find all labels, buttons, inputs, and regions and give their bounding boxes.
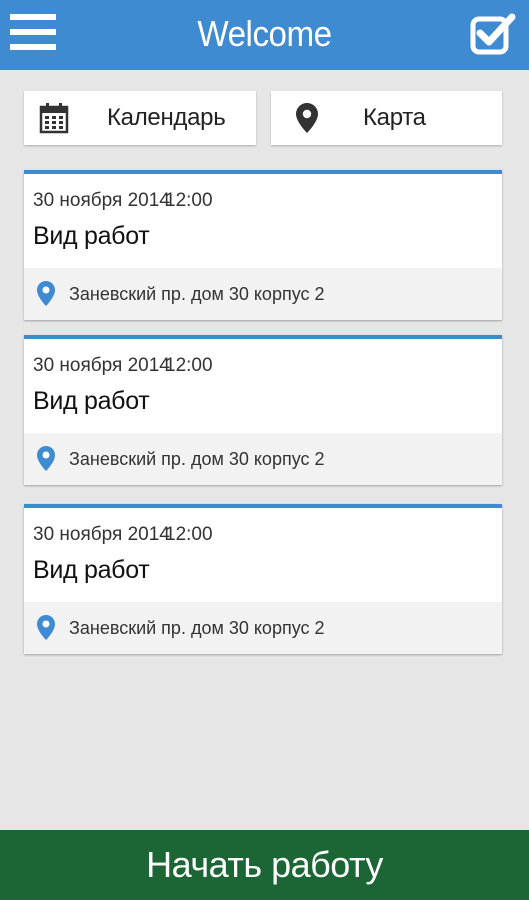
start-work-label: Начать работу	[146, 844, 383, 885]
calendar-icon	[39, 103, 69, 134]
event-address: Заневский пр. дом 30 корпус 2	[69, 618, 325, 638]
location-pin-icon	[37, 446, 55, 471]
calendar-button[interactable]: Календарь	[24, 91, 256, 145]
card-accent-bar	[24, 335, 502, 339]
event-title: Вид работ	[33, 556, 150, 584]
location-pin-icon	[37, 615, 55, 640]
event-address-bar: Заневский пр. дом 30 корпус 2	[24, 433, 502, 485]
start-work-button[interactable]: Начать работу	[0, 830, 529, 900]
card-accent-bar	[24, 170, 502, 174]
event-date: 30 ноября 2014	[33, 355, 170, 376]
page-title: Welcome	[197, 13, 332, 54]
event-address: Заневский пр. дом 30 корпус 2	[69, 284, 325, 304]
event-date: 30 ноября 2014	[33, 190, 170, 211]
event-address: Заневский пр. дом 30 корпус 2	[69, 449, 325, 469]
checkbox-check-icon	[470, 13, 516, 55]
event-time: 12:00	[165, 190, 213, 211]
event-title: Вид работ	[33, 387, 150, 415]
event-time: 12:00	[165, 524, 213, 545]
map-button[interactable]: Карта	[271, 91, 502, 145]
event-card[interactable]: 30 ноября 2014 12:00 Вид работ Заневский…	[24, 504, 502, 654]
event-time: 12:00	[165, 355, 213, 376]
event-card[interactable]: 30 ноября 2014 12:00 Вид работ Заневский…	[24, 335, 502, 485]
map-pin-icon	[296, 103, 318, 133]
calendar-button-label: Календарь	[107, 104, 226, 131]
location-pin-icon	[37, 281, 55, 306]
card-accent-bar	[24, 504, 502, 508]
event-date: 30 ноября 2014	[33, 524, 170, 545]
event-title: Вид работ	[33, 222, 150, 250]
confirm-button[interactable]	[470, 13, 516, 55]
event-address-bar: Заневский пр. дом 30 корпус 2	[24, 602, 502, 654]
event-address-bar: Заневский пр. дом 30 корпус 2	[24, 268, 502, 320]
map-button-label: Карта	[363, 104, 426, 131]
top-bar: Welcome	[0, 0, 529, 70]
event-card[interactable]: 30 ноября 2014 12:00 Вид работ Заневский…	[24, 170, 502, 320]
